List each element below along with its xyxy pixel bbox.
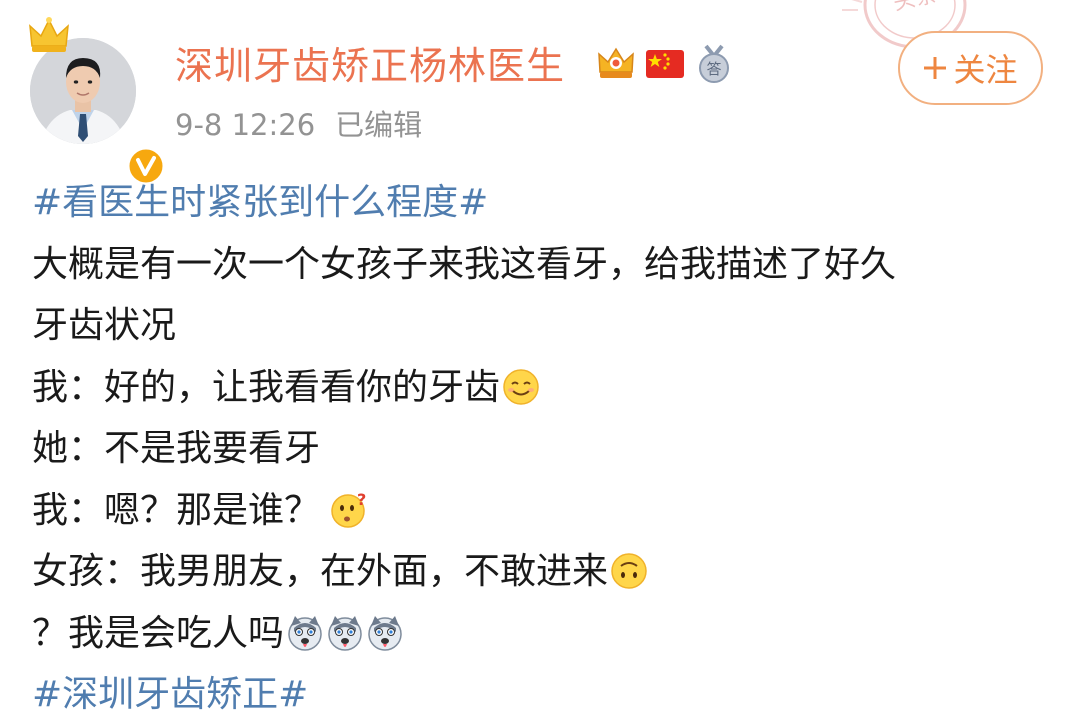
crown-badge-icon[interactable] [596, 46, 636, 82]
post-line-text: ？我是会吃人吗 [32, 612, 285, 654]
svg-text:答: 答 [706, 60, 721, 78]
author-username[interactable]: 深圳牙齿矫正杨林医生 [175, 40, 565, 92]
post-line: 牙齿状况 [32, 305, 177, 346]
post-line: 她：不是我要看牙 [32, 428, 321, 469]
follow-label: 关注 [953, 51, 1018, 89]
follow-button[interactable]: 关注 [898, 31, 1043, 105]
post-content: #看医生时紧张到什么程度# 大概是有一次一个女孩子来我这看牙，给我描述了好久 牙… [32, 172, 1042, 721]
crown-icon [29, 17, 69, 52]
svg-text:?: ? [357, 491, 366, 509]
svg-text:头条: 头条 [891, 0, 939, 16]
upside-down-emoji-icon [611, 553, 647, 589]
post-line: 我：嗯？那是谁？ ? [32, 480, 1042, 542]
post-line: 我：好的，让我看看你的牙齿 [32, 357, 1042, 419]
post-line: ？我是会吃人吗 [32, 603, 1042, 665]
husky-emoji-icon [288, 615, 322, 651]
smile-emoji-icon [503, 368, 539, 405]
author-badges: 答 [596, 44, 734, 84]
post-line-text: 女孩：我男朋友，在外面，不敢进来 [32, 551, 609, 592]
plus-icon [924, 57, 947, 79]
edited-label[interactable]: 已编辑 [335, 108, 422, 142]
post-line-text: 我：好的，让我看看你的牙齿 [32, 366, 501, 408]
answer-medal-icon[interactable]: 答 [694, 44, 734, 84]
author-avatar-container[interactable] [29, 17, 166, 186]
weibo-post: 头条 [0, 0, 1072, 721]
post-meta: 9-8 12:26 已编辑 [175, 105, 422, 145]
china-flag-icon[interactable] [646, 48, 684, 80]
post-line-text: 我：嗯？那是谁？ [32, 489, 321, 531]
confused-emoji-icon: ? [331, 491, 366, 528]
post-timestamp[interactable]: 9-8 12:26 [175, 108, 315, 142]
post-line: 女孩：我男朋友，在外面，不敢进来 [32, 541, 1042, 603]
husky-emoji-icon [328, 615, 362, 651]
hashtag-topic[interactable]: #深圳牙齿矫正# [32, 664, 1042, 721]
hashtag-topic[interactable]: #看医生时紧张到什么程度# [32, 172, 1042, 234]
post-line: 大概是有一次一个女孩子来我这看牙，给我描述了好久 [32, 243, 897, 285]
husky-emoji-icon [368, 615, 402, 651]
